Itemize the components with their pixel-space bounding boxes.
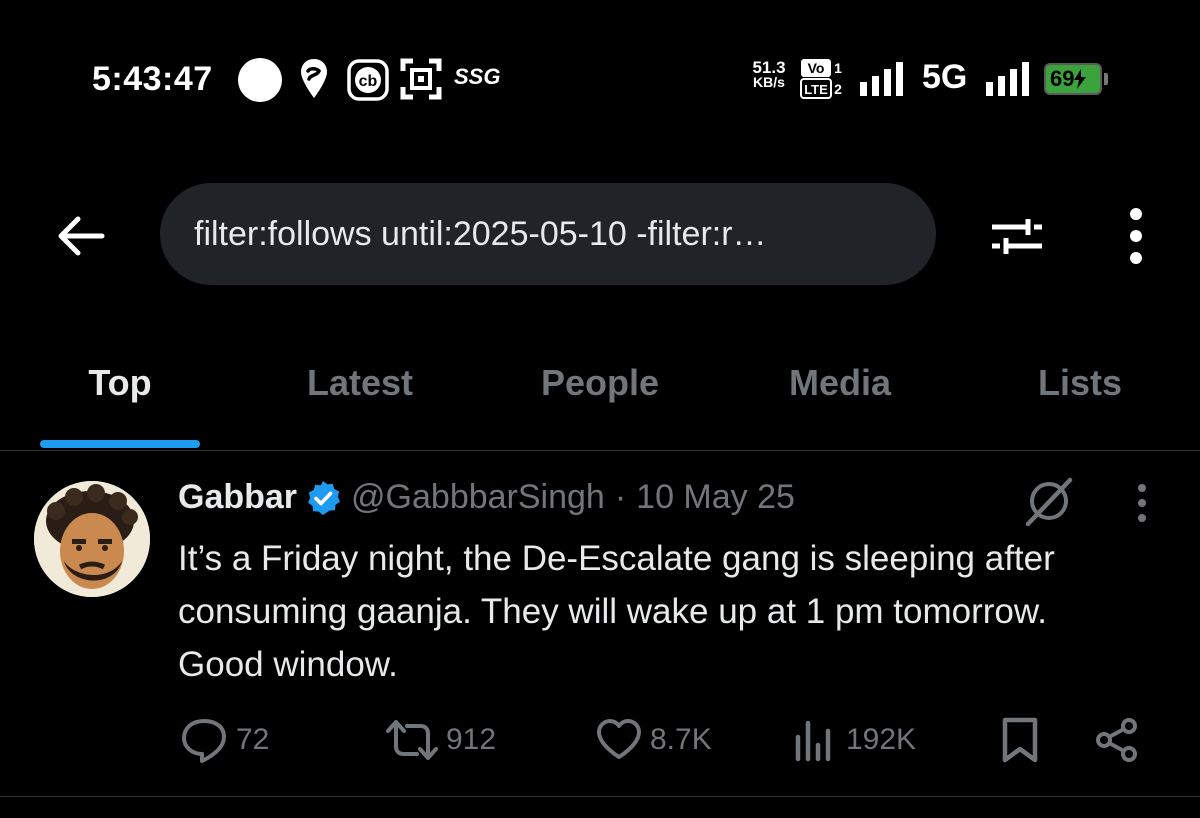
grok-icon (1025, 477, 1073, 527)
tab-people[interactable]: People (480, 362, 720, 404)
status-time: 5:43:47 (92, 60, 213, 98)
more-vertical-icon (1138, 484, 1146, 522)
sim1-number: 1 (834, 60, 842, 76)
grok-button[interactable] (1022, 474, 1076, 528)
tweet-more-button[interactable] (1128, 482, 1156, 526)
avatar-illustration (34, 481, 150, 597)
battery-icon: 69 (1044, 63, 1102, 95)
share-button[interactable] (1092, 716, 1148, 764)
author-name[interactable]: Gabbar (178, 478, 297, 517)
share-icon (1096, 718, 1137, 762)
views-icon (795, 720, 831, 762)
circle-notification-icon (238, 58, 282, 102)
tabs-divider (0, 450, 1200, 451)
tweet-text: It’s a Friday night, the De-Escalate gan… (178, 532, 1168, 691)
search-filter-icon (992, 219, 1042, 254)
tab-lists[interactable]: Lists (960, 362, 1200, 404)
back-arrow-icon (58, 216, 105, 256)
tweet-header: Gabbar @GabbbarSingh · 10 May 25 (178, 478, 795, 517)
network-speed-unit: KB/s (753, 74, 785, 90)
bookmark-button[interactable] (998, 716, 1048, 764)
tweet-text-line: Good window. (178, 645, 398, 684)
signal-sim1-icon (858, 60, 908, 98)
tweet-text-line: It’s a Friday night, the De-Escalate gan… (178, 539, 1055, 578)
volte-bottom-text: LTE (804, 82, 828, 97)
avatar[interactable] (34, 481, 150, 597)
reply-button[interactable]: 72 (180, 716, 269, 764)
search-query: filter:follows until:2025-05-10 -filter:… (194, 214, 767, 253)
repost-icon (386, 720, 438, 760)
tab-latest[interactable]: Latest (240, 362, 480, 404)
more-options-button[interactable] (1120, 205, 1152, 267)
network-speed: 51.3 KB/s (748, 58, 790, 90)
tweet-divider (0, 796, 1200, 797)
verified-badge-icon (308, 480, 341, 515)
back-button[interactable] (52, 208, 108, 264)
search-input[interactable]: filter:follows until:2025-05-10 -filter:… (160, 183, 936, 285)
ssg-notification-label: SSG (454, 64, 501, 89)
search-filter-button[interactable] (988, 208, 1048, 264)
scan-notification-icon (398, 56, 444, 102)
charging-bolt-icon (1074, 69, 1087, 89)
volte-top-text: Vo (808, 60, 825, 76)
views-button[interactable]: 192K (792, 716, 916, 764)
like-button[interactable]: 8.7K (594, 716, 712, 764)
battery-cap (1104, 73, 1108, 85)
reply-count: 72 (236, 723, 270, 756)
battery-level: 69 (1050, 66, 1075, 91)
more-vertical-icon (1130, 208, 1142, 264)
sim2-number: 2 (834, 81, 842, 97)
views-count: 192K (846, 723, 917, 756)
tab-top[interactable]: Top (0, 362, 240, 404)
repost-button[interactable]: 912 (384, 716, 496, 764)
tweet-date[interactable]: 10 May 25 (636, 478, 795, 517)
repost-count: 912 (446, 723, 497, 756)
tweet-text-line: consuming gaanja. They will wake up at 1… (178, 592, 1047, 631)
active-tab-indicator (40, 440, 200, 448)
reply-icon (182, 719, 226, 763)
svg-text:cb: cb (359, 73, 378, 90)
bookmark-icon (1002, 717, 1038, 763)
like-count: 8.7K (650, 723, 712, 756)
author-handle[interactable]: @GabbbarSingh (351, 478, 605, 517)
header-separator: · (614, 478, 627, 516)
like-icon (597, 719, 641, 759)
cb-notification-icon: cb (346, 58, 390, 102)
signal-sim2-icon (984, 60, 1034, 98)
network-type: 5G (922, 58, 968, 96)
network-speed-value: 51.3 (752, 58, 786, 77)
tab-media[interactable]: Media (720, 362, 960, 404)
volte-badge-icon: Vo LTE 1 2 (800, 58, 844, 100)
swiggy-notification-icon (296, 56, 332, 102)
